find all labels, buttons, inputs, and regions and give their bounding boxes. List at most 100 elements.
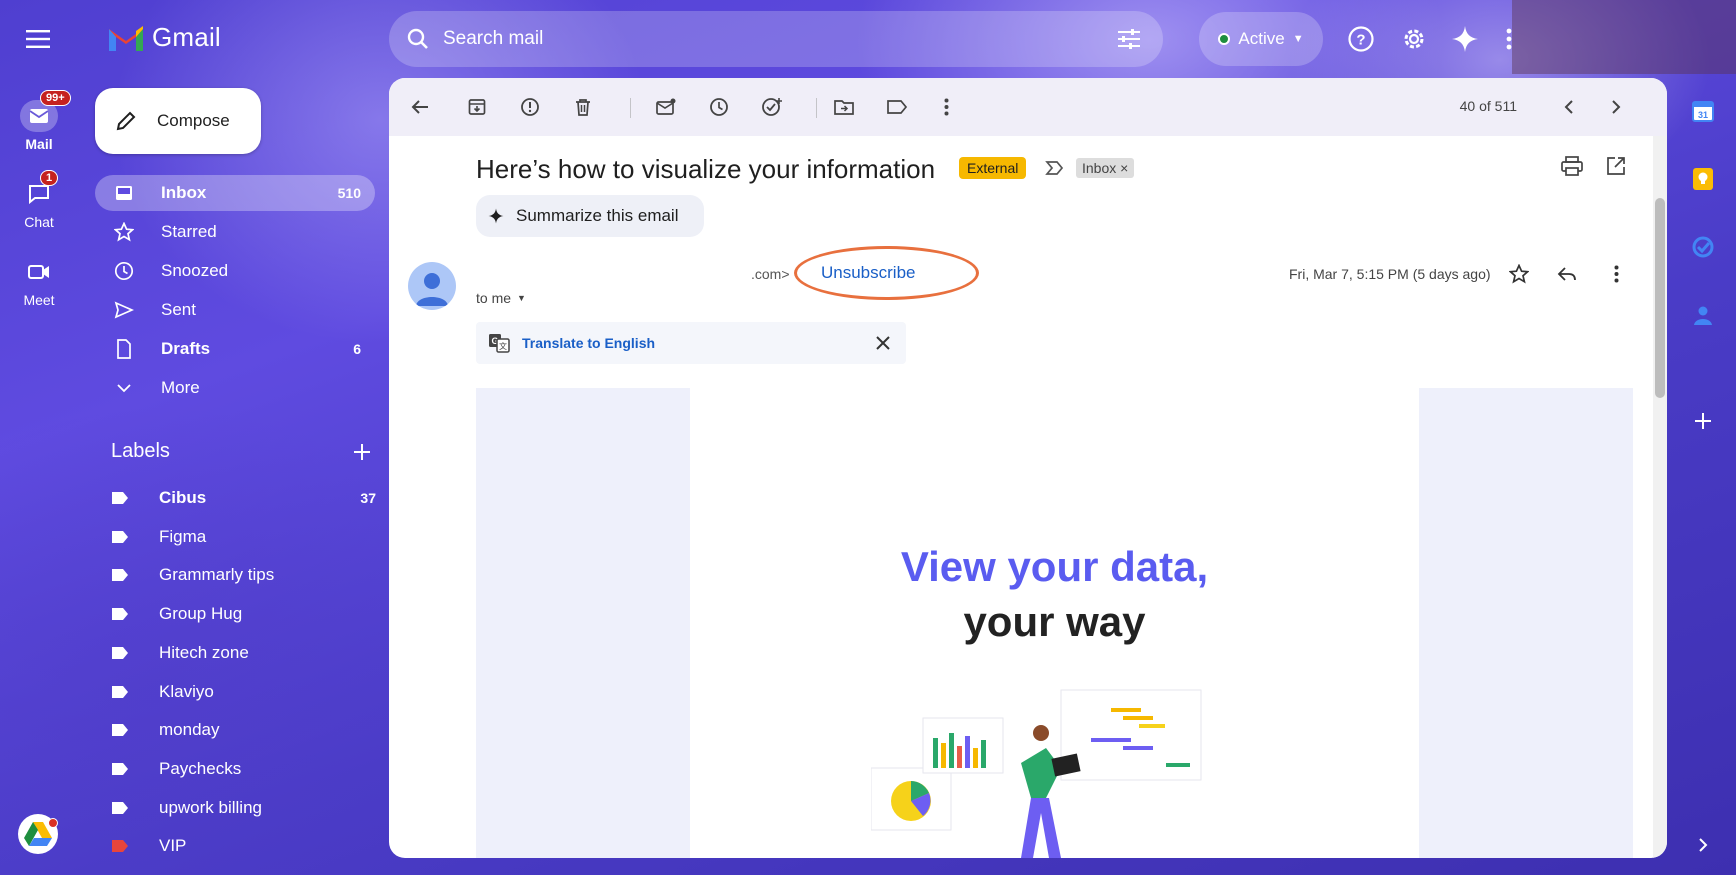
label-item[interactable]: Hitech zone [111,635,376,671]
summarize-label: Summarize this email [516,206,679,225]
scroll-thumb[interactable] [1655,198,1665,398]
label-item[interactable]: VIP [111,828,376,864]
nav-label: Sent [161,300,196,319]
label-item[interactable]: upwork billing [111,790,376,826]
back-arrow-icon[interactable] [400,87,440,127]
label-item[interactable]: Group Hug [111,596,376,632]
rail-item-chat[interactable]: 1 Chat [0,170,78,230]
newer-chevron-right-icon[interactable] [1596,87,1636,127]
remove-label-icon[interactable]: × [1120,160,1128,176]
status-label: Active [1238,29,1285,48]
nav-item-starred[interactable]: Starred [95,214,375,250]
email-toolbar: 40 of 511 [389,78,1667,136]
email-scrollbar[interactable] [1653,136,1667,858]
unsubscribe-link[interactable]: Unsubscribe [821,263,916,283]
summarize-button[interactable]: Summarize this email [476,195,704,237]
rail-label-meet: Meet [23,292,55,308]
chevron-down-icon [113,377,135,399]
clock-icon [113,260,135,282]
close-icon[interactable] [876,336,890,350]
rail-label-chat: Chat [24,214,54,230]
nav-item-inbox[interactable]: Inbox 510 [95,175,375,211]
email-subject: Here’s how to visualize your information [476,154,936,184]
svg-text:文: 文 [499,341,507,351]
label-tag-icon [112,685,128,698]
add-addon-icon[interactable] [1688,406,1718,436]
label-item[interactable]: monday [111,712,376,748]
main-menu-icon[interactable] [23,24,53,54]
settings-gear-icon[interactable] [1394,19,1434,59]
inbox-tag-label: Inbox [1082,160,1117,176]
calendar-icon[interactable]: 31 [1688,96,1718,126]
compose-button[interactable]: Compose [95,88,261,154]
sparkle-icon [488,208,504,224]
nav-item-more[interactable]: More [95,370,375,406]
move-to-folder-icon[interactable] [824,87,864,127]
help-icon[interactable]: ? [1341,19,1381,59]
search-icon[interactable] [407,28,429,50]
more-vert-icon[interactable] [926,87,966,127]
older-chevron-left-icon[interactable] [1549,87,1589,127]
archive-icon[interactable] [457,87,497,127]
label-tag-icon[interactable] [877,87,917,127]
nav-item-sent[interactable]: Sent [95,292,375,328]
compose-label: Compose [157,111,230,130]
sender-avatar[interactable] [408,262,456,310]
rail-item-mail[interactable]: 99+ Mail [0,90,78,152]
label-name: Hitech zone [159,642,249,662]
label-name: Klaviyo [159,681,214,701]
show-side-panel-chevron-icon[interactable] [1688,830,1718,860]
report-spam-icon[interactable] [510,87,550,127]
caret-down-icon: ▼ [517,293,526,303]
label-count: 37 [360,490,376,506]
inbox-tag[interactable]: Inbox × [1076,158,1135,178]
contacts-icon[interactable] [1688,300,1718,330]
add-to-tasks-icon[interactable] [752,87,792,127]
reply-icon[interactable] [1557,266,1577,287]
nav-count: 6 [353,341,361,357]
google-drive-icon[interactable] [18,814,58,854]
open-in-new-window-icon[interactable] [1606,156,1626,181]
message-more-vert-icon[interactable] [1614,265,1619,288]
tasks-icon[interactable] [1688,232,1718,262]
email-panel: 40 of 511 Here’s how to visualize your i… [389,78,1667,858]
labels-title: Labels [111,440,170,462]
label-tag-icon [112,801,128,814]
label-item[interactable]: Grammarly tips [111,557,376,593]
print-icon[interactable] [1561,156,1583,181]
nav-label: Snoozed [161,261,229,280]
search-input[interactable] [443,28,1083,50]
label-tag-icon [112,569,128,582]
gmail-logo[interactable]: Gmail [106,22,221,53]
pencil-icon [115,110,137,132]
nav-item-snoozed[interactable]: Snoozed [95,253,375,289]
gmail-wordmark: Gmail [152,22,221,52]
external-tag: External [959,157,1027,179]
label-item[interactable]: Cibus 37 [111,480,376,516]
label-item[interactable]: Paychecks [111,751,376,787]
hero-heading-line2: your way [963,598,1146,645]
mark-unread-icon[interactable] [646,87,686,127]
data-illustration [871,689,1202,858]
star-icon[interactable] [1508,263,1530,289]
status-button[interactable]: Active ▼ [1199,12,1323,66]
recipient-details[interactable]: to me ▼ [476,290,526,306]
search-options-icon[interactable] [1117,28,1141,50]
label-item[interactable]: Klaviyo [111,674,376,710]
trash-icon[interactable] [563,87,603,127]
email-body: View your data, your way [476,388,1633,858]
rail-item-meet[interactable]: Meet [0,256,78,308]
label-tag-icon [112,608,128,621]
nav-item-drafts[interactable]: Drafts 6 [95,331,375,367]
importance-marker-icon[interactable] [1045,160,1065,181]
search-bar[interactable] [389,11,1163,67]
translate-link[interactable]: Translate to English [522,335,655,351]
gemini-sparkle-icon[interactable] [1445,19,1485,59]
mail-icon: 99+ [20,90,71,132]
label-item[interactable]: Figma [111,519,376,555]
add-label-icon[interactable] [353,443,371,461]
keep-icon[interactable] [1688,164,1718,194]
snooze-clock-icon[interactable] [699,87,739,127]
label-tag-icon [112,646,128,659]
label-tag-icon [112,840,128,853]
